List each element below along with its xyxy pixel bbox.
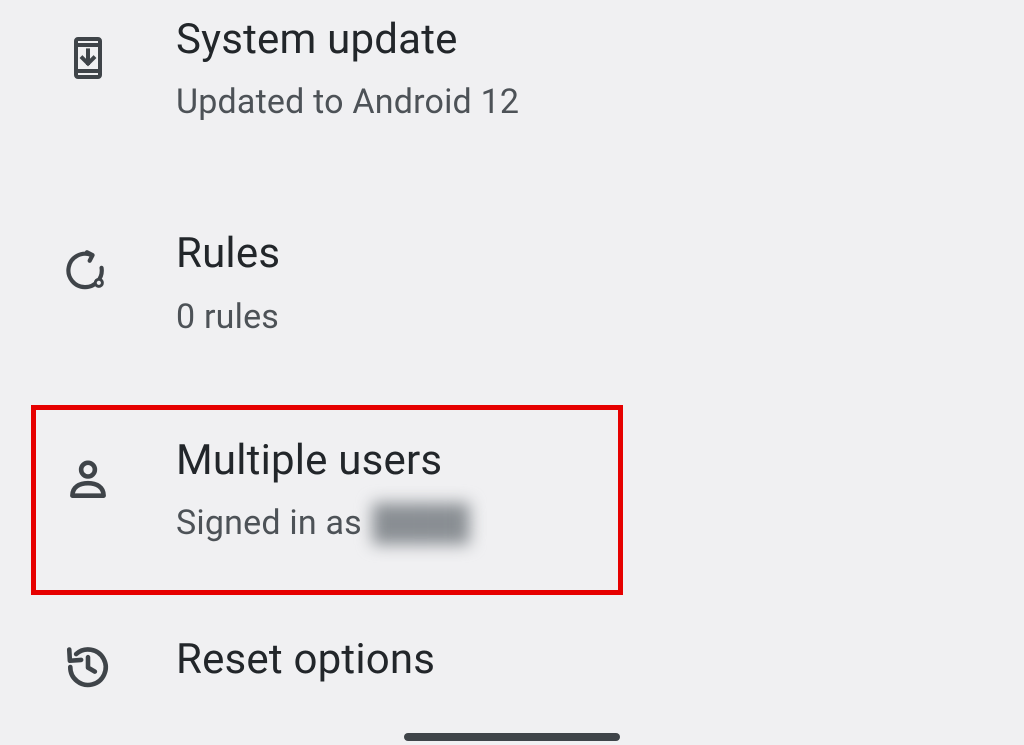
system-update-icon (60, 30, 116, 86)
system-settings-list: System update Updated to Android 12 Rule… (0, 0, 1024, 695)
icon-column (0, 437, 176, 507)
settings-item-multiple-users[interactable]: Multiple users Signed in as ████ (0, 391, 1024, 583)
navigation-handle[interactable] (404, 733, 620, 741)
item-title: System update (176, 16, 1024, 64)
item-subtitle: Signed in as ████ (176, 503, 1024, 543)
text-column: Reset options (176, 637, 1024, 683)
redacted-username: ████ (371, 503, 472, 543)
icon-column (0, 16, 176, 86)
text-column: Rules 0 rules (176, 230, 1024, 336)
icon-column (0, 637, 176, 695)
text-column: Multiple users Signed in as ████ (176, 437, 1024, 543)
icon-column (0, 230, 176, 300)
settings-item-reset-options[interactable]: Reset options (0, 583, 1024, 695)
item-title: Reset options (176, 637, 1024, 683)
history-reset-icon (60, 639, 116, 695)
settings-item-system-update[interactable]: System update Updated to Android 12 (0, 8, 1024, 176)
item-subtitle: 0 rules (176, 297, 1024, 337)
person-icon (60, 451, 116, 507)
settings-item-rules[interactable]: Rules 0 rules (0, 176, 1024, 390)
item-subtitle: Updated to Android 12 (176, 82, 1024, 122)
item-title: Rules (176, 230, 1024, 278)
rules-icon (60, 244, 116, 300)
subtitle-prefix: Signed in as (176, 503, 371, 543)
text-column: System update Updated to Android 12 (176, 16, 1024, 122)
item-title: Multiple users (176, 437, 1024, 485)
